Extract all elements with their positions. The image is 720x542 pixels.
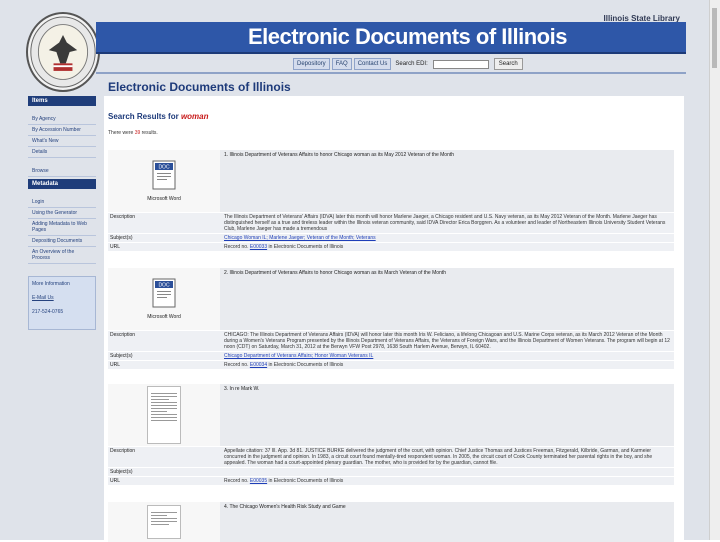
subjects-row: Subject(s) (108, 467, 674, 476)
url-suffix: in Electronic Documents of Illinois (268, 478, 344, 484)
search-label: Search EDI: (395, 61, 428, 67)
field-label: URL (110, 478, 121, 484)
more-info-label: More Information (32, 281, 70, 287)
main-content: Search Results for woman There were 39 r… (104, 96, 684, 542)
header-bar: Electronic Documents of Illinois (96, 22, 686, 54)
url-row: URL Record no. E00033 in Electronic Docum… (108, 242, 674, 251)
url-text: Record no. E00033 in Electronic Document… (220, 243, 674, 251)
result-title: 2. Illinois Department of Veterans Affai… (220, 268, 674, 330)
result-thumbnail[interactable]: DOC Microsoft Word (108, 268, 220, 330)
field-label: Description (110, 332, 136, 338)
scrollbar-thumb[interactable] (712, 8, 717, 68)
seal-icon (30, 16, 96, 88)
svg-text:DOC: DOC (158, 165, 170, 171)
search-query: woman (180, 112, 209, 121)
sidebar-item-whats-new[interactable]: What's New (28, 136, 96, 147)
search-input[interactable] (432, 59, 489, 69)
field-label: URL (110, 244, 121, 250)
results-heading: Search Results for woman (108, 112, 209, 121)
sidebar-item-by-agency[interactable]: By Agency (28, 114, 96, 125)
sidebar-heading-metadata: Metadata (28, 179, 96, 189)
sidebar-heading-items: Items (28, 96, 96, 106)
phone-number: 217-524-0765 (32, 309, 64, 315)
subjects-link[interactable]: Chicago Woman IL; Marlene Jaeger; Vetera… (220, 234, 674, 242)
description-row: Description The Illinois Department of Ve… (108, 212, 674, 233)
url-suffix: in Electronic Documents of Illinois (268, 244, 344, 250)
field-label: Subject(s) (110, 469, 133, 475)
sidebar-item-by-accession[interactable]: By Accession Number (28, 125, 96, 136)
url-suffix: in Electronic Documents of Illinois (268, 362, 344, 368)
more-info-box: More Information E-Mail Us 217-524-0765 (28, 276, 96, 330)
site-title: Electronic Documents of Illinois (248, 24, 567, 49)
result-item: DOC Microsoft Word 1. Illinois Departmen… (108, 150, 674, 251)
top-nav: Depository FAQ Contact Us Search EDI: Se… (293, 58, 523, 70)
record-link[interactable]: E00033 (250, 244, 267, 250)
results-count: There were 39 results. (108, 130, 158, 136)
result-title: 1. Illinois Department of Veterans Affai… (220, 150, 674, 212)
url-text: Record no. E00035 in Electronic Document… (220, 477, 674, 485)
svg-text:DOC: DOC (158, 283, 170, 289)
field-label: Subject(s) (110, 235, 133, 241)
sidebar-item-login[interactable]: Login (28, 197, 96, 208)
sidebar-item-adding-metadata[interactable]: Adding Metadata to Web Pages (28, 219, 96, 236)
sidebar-item-overview[interactable]: An Overview of the Process (28, 247, 96, 264)
word-document-icon: DOC (152, 278, 176, 308)
thumbnail-label: Microsoft Word (147, 196, 181, 202)
sidebar-item-depositing[interactable]: Depositing Documents (28, 236, 96, 247)
nav-faq-button[interactable]: FAQ (331, 58, 352, 70)
result-title: 3. In re Mark W. (220, 384, 674, 446)
subjects-row: Subject(s) Chicago Department of Veterans… (108, 351, 674, 360)
page: Illinois State Library Electronic Docume… (0, 0, 720, 542)
url-row: URL Record no. E00034 in Electronic Docum… (108, 360, 674, 369)
description-text: Appellate citation: 37 Ill. App. 3d 81. … (220, 447, 674, 467)
document-page-icon (147, 505, 181, 539)
url-prefix: Record no. (224, 478, 249, 484)
result-thumbnail[interactable]: DOC Microsoft Word (108, 150, 220, 212)
subjects-row: Subject(s) Chicago Woman IL; Marlene Jaeg… (108, 233, 674, 242)
field-label: Description (110, 214, 136, 220)
results-heading-text: Search Results for (108, 112, 179, 121)
sidebar: Items By Agency By Accession Number What… (28, 96, 96, 330)
page-subtitle: Electronic Documents of Illinois (108, 80, 291, 94)
result-item: DOC Microsoft Word 2. Illinois Departmen… (108, 268, 674, 369)
subjects-link[interactable] (220, 468, 674, 476)
description-row: Description CHICAGO: The Illinois Departm… (108, 330, 674, 351)
field-label: Description (110, 448, 136, 454)
result-thumbnail[interactable] (108, 384, 220, 446)
description-text: The Illinois Department of Veterans' Aff… (220, 213, 674, 233)
field-label: URL (110, 362, 121, 368)
nav-depository-button[interactable]: Depository (293, 58, 330, 70)
nav-contact-button[interactable]: Contact Us (353, 58, 392, 70)
subjects-link[interactable]: Chicago Department of Veterans Affairs; … (220, 352, 674, 360)
sidebar-item-generator[interactable]: Using the Generator (28, 208, 96, 219)
header-divider (96, 72, 686, 74)
vertical-scrollbar[interactable] (709, 0, 720, 540)
field-label: Subject(s) (110, 353, 133, 359)
result-item: 3. In re Mark W. Description Appellate ci… (108, 384, 674, 485)
description-row: Description Appellate citation: 37 Ill. A… (108, 446, 674, 467)
url-text: Record no. E00034 in Electronic Document… (220, 361, 674, 369)
url-prefix: Record no. (224, 362, 249, 368)
url-row: URL Record no. E00035 in Electronic Docum… (108, 476, 674, 485)
result-title: 4. The Chicago Women's Health Risk Study… (220, 502, 674, 542)
illinois-state-seal (26, 12, 100, 92)
count-number: 39 (134, 130, 141, 136)
result-item: 4. The Chicago Women's Health Risk Study… (108, 502, 674, 542)
word-document-icon: DOC (152, 160, 176, 190)
record-link[interactable]: E00034 (250, 362, 267, 368)
document-page-icon (147, 386, 181, 444)
sidebar-item-details[interactable]: Details (28, 147, 96, 158)
result-thumbnail[interactable] (108, 502, 220, 542)
thumbnail-label: Microsoft Word (147, 314, 181, 320)
url-prefix: Record no. (224, 244, 249, 250)
record-link[interactable]: E00035 (250, 478, 267, 484)
description-text: CHICAGO: The Illinois Department of Vete… (220, 331, 674, 351)
email-link[interactable]: E-Mail Us (32, 295, 92, 301)
count-prefix: There were (108, 130, 134, 136)
sidebar-item-browse[interactable]: Browse (28, 166, 96, 177)
search-button[interactable]: Search (493, 58, 523, 70)
count-suffix: results. (141, 130, 158, 136)
